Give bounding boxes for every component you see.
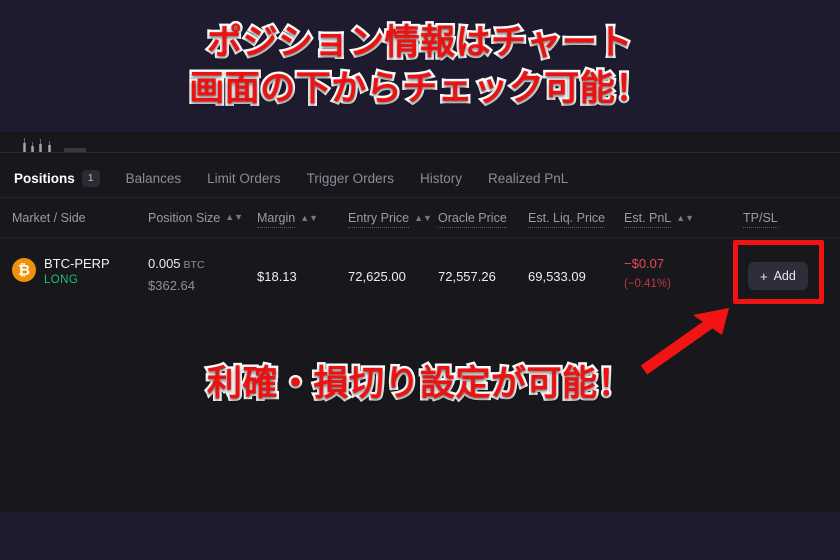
table-row[interactable]: ₿ BTC-PERP LONG 0.005 BTC $362.64 $18.13 … — [0, 238, 840, 302]
tab-realized-pnl-label: Realized PnL — [487, 171, 569, 186]
column-header-est-pnl-label: Est. PnL — [624, 211, 672, 228]
tab-trigger-orders-label: Trigger Orders — [306, 171, 394, 186]
chart-axis-line — [0, 152, 840, 153]
pnl-value: −$0.07 — [624, 256, 665, 271]
positions-panel: Positions 1 Balances Limit Orders Trigge… — [0, 160, 840, 512]
column-header-est-pnl[interactable]: Est. PnL ▲▼ — [624, 211, 694, 228]
column-header-tpsl: TP/SL — [743, 211, 778, 228]
position-size-amount: 0.005 — [148, 256, 181, 271]
column-header-margin-label: Margin — [257, 211, 296, 228]
tab-realized-pnl[interactable]: Realized PnL — [488, 171, 568, 186]
tab-limit-orders-label: Limit Orders — [207, 171, 281, 186]
tab-limit-orders[interactable]: Limit Orders — [207, 171, 281, 186]
cell-tpsl: + Add — [748, 262, 808, 290]
column-header-tpsl-label: TP/SL — [743, 211, 778, 228]
plus-icon: + — [760, 268, 768, 284]
sort-arrow-icon[interactable]: ▲▼ — [676, 214, 694, 223]
sort-arrow-icon[interactable]: ▲▼ — [225, 212, 243, 222]
tab-positions-badge: 1 — [81, 169, 100, 188]
panel-tab-bar: Positions 1 Balances Limit Orders Trigge… — [0, 160, 840, 198]
chart-candle-body — [39, 144, 42, 152]
bitcoin-icon: ₿ — [12, 258, 36, 282]
column-header-est-liq-price-label: Est. Liq. Price — [528, 211, 606, 228]
cell-oracle-price: 72,557.26 — [438, 269, 496, 284]
position-size-quote: $362.64 — [148, 278, 195, 293]
column-header-oracle-price-label: Oracle Price — [438, 211, 507, 228]
sort-arrow-icon[interactable]: ▲▼ — [414, 214, 432, 223]
cell-margin: $18.13 — [257, 269, 297, 284]
tab-positions[interactable]: Positions 1 — [14, 169, 100, 188]
positions-table-header: Market / Side Position Size ▲▼ Margin ▲▼… — [0, 198, 840, 238]
column-header-margin[interactable]: Margin ▲▼ — [257, 211, 318, 228]
cell-market-side: BTC-PERP LONG — [44, 256, 110, 286]
cell-est-pnl: −$0.07 (−0.41%) — [624, 256, 671, 290]
market-symbol: BTC-PERP — [44, 256, 110, 271]
tab-balances[interactable]: Balances — [126, 171, 182, 186]
top-annotation-line-2: 画面の下からチェック可能！ — [187, 67, 653, 112]
chart-candle-body — [64, 148, 86, 152]
position-side-badge: LONG — [44, 274, 79, 286]
top-annotation-line-1: ポジション情報はチャート — [205, 21, 635, 66]
cell-position-size: 0.005 BTC $362.64 — [148, 256, 205, 293]
add-tpsl-button[interactable]: + Add — [748, 262, 808, 290]
chart-candle-body — [23, 143, 26, 152]
chart-candle-body — [31, 146, 34, 152]
chart-fragment-strip — [0, 132, 840, 160]
tab-history[interactable]: History — [420, 171, 462, 186]
top-annotation-overlay: ポジション情報はチャート 画面の下からチェック可能！ — [0, 0, 840, 132]
sort-arrow-icon[interactable]: ▲▼ — [300, 214, 318, 223]
column-header-position-size[interactable]: Position Size ▲▼ — [148, 211, 243, 225]
position-size-unit: BTC — [183, 259, 205, 271]
tab-history-label: History — [419, 171, 462, 186]
column-header-entry-price-label: Entry Price — [348, 211, 410, 228]
position-size-base: 0.005 BTC — [148, 256, 205, 271]
column-header-position-size-label: Position Size — [148, 211, 221, 225]
chart-candle-body — [48, 145, 51, 152]
column-header-market-side-label: Market / Side — [12, 211, 86, 225]
add-tpsl-button-label: Add — [773, 269, 796, 283]
column-header-market-side: Market / Side — [12, 211, 86, 225]
tab-positions-label: Positions — [14, 171, 75, 186]
tab-trigger-orders[interactable]: Trigger Orders — [307, 171, 394, 186]
column-header-entry-price[interactable]: Entry Price ▲▼ — [348, 211, 432, 228]
cell-est-liq-price: 69,533.09 — [528, 269, 586, 284]
pnl-percent: (−0.41%) — [624, 278, 671, 290]
column-header-est-liq-price: Est. Liq. Price — [528, 211, 606, 228]
cell-entry-price: 72,625.00 — [348, 269, 406, 284]
tab-balances-label: Balances — [125, 171, 182, 186]
column-header-oracle-price: Oracle Price — [438, 211, 507, 228]
